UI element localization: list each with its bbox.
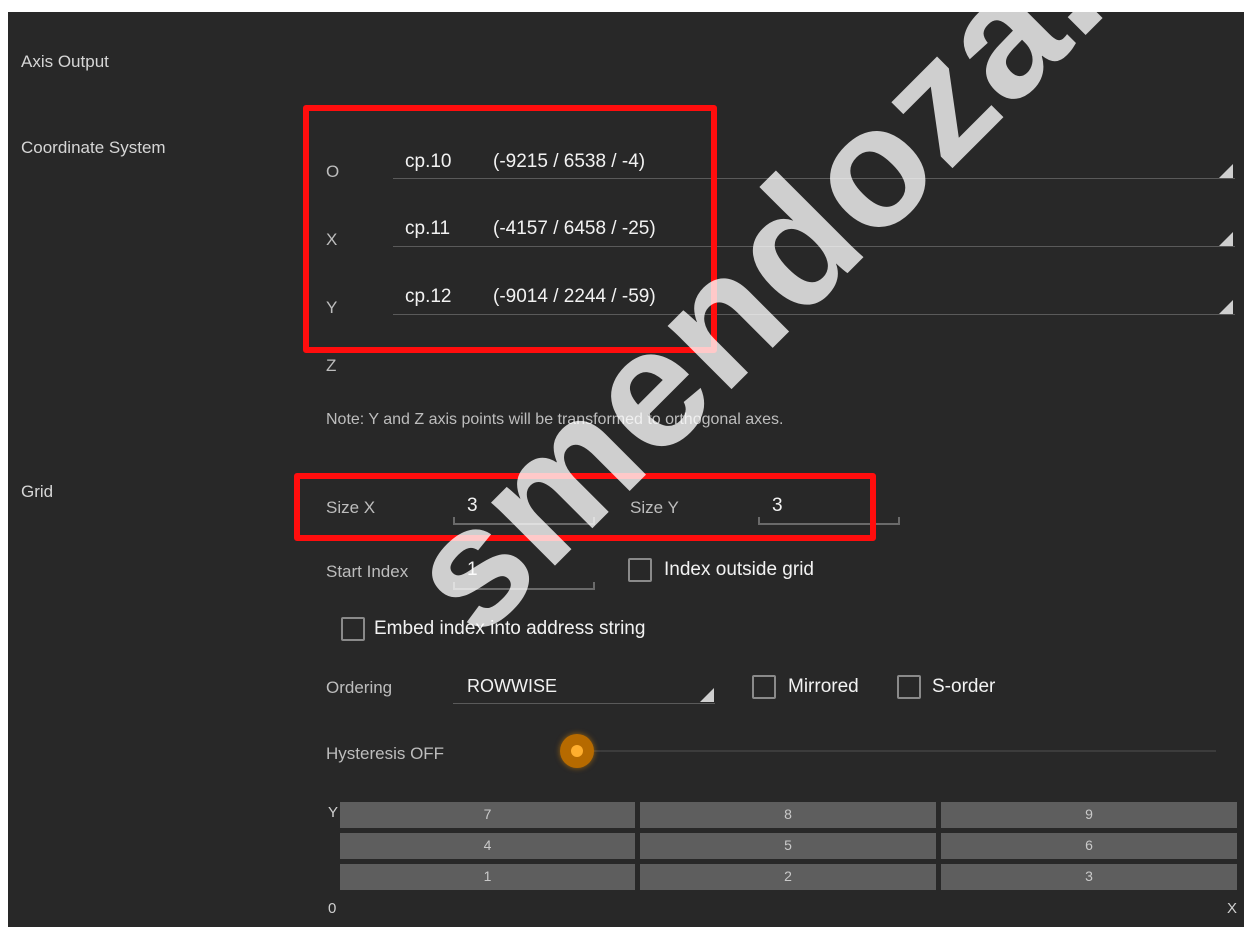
grid-origin-label: 0	[328, 900, 337, 917]
coordinate-system-label: Coordinate System	[21, 138, 166, 157]
coordinate-highlight-box	[303, 105, 717, 353]
grid-label: Grid	[21, 482, 54, 501]
dropdown-arrow-icon	[700, 688, 714, 702]
dropdown-arrow-icon[interactable]	[1219, 164, 1233, 178]
hysteresis-label: Hysteresis OFF	[326, 744, 445, 763]
grid-cell: 5	[640, 833, 936, 859]
index-outside-grid-checkbox[interactable]	[628, 558, 652, 582]
dropdown-arrow-icon[interactable]	[1219, 300, 1233, 314]
settings-panel: Axis Output Coordinate System Grid O cp.…	[8, 12, 1244, 927]
grid-size-highlight-box	[294, 473, 876, 541]
embed-index-label: Embed index into address string	[374, 618, 646, 639]
grid-cell: 2	[640, 864, 936, 890]
dropdown-arrow-icon[interactable]	[1219, 232, 1233, 246]
z-axis-label: Z	[326, 356, 337, 375]
grid-cell: 7	[340, 802, 635, 828]
start-index-label: Start Index	[326, 562, 409, 581]
hysteresis-slider-dot	[571, 745, 583, 757]
grid-cell: 8	[640, 802, 936, 828]
mirrored-label: Mirrored	[788, 676, 859, 697]
grid-cell: 3	[941, 864, 1237, 890]
s-order-label: S-order	[932, 676, 996, 697]
grid-cell: 1	[340, 864, 635, 890]
grid-cell: 4	[340, 833, 635, 859]
grid-cell: 9	[941, 802, 1237, 828]
start-index-value: 1	[467, 559, 478, 580]
hysteresis-slider-track[interactable]	[578, 750, 1216, 752]
axis-output-label: Axis Output	[21, 52, 109, 71]
s-order-checkbox[interactable]	[897, 675, 921, 699]
grid-cell: 6	[941, 833, 1237, 859]
ordering-label: Ordering	[326, 678, 393, 697]
grid-y-axis-label: Y	[328, 804, 339, 821]
index-outside-grid-label: Index outside grid	[664, 559, 814, 580]
grid-x-axis-label: X	[1227, 900, 1238, 917]
mirrored-checkbox[interactable]	[752, 675, 776, 699]
orthogonal-note: Note: Y and Z axis points will be transf…	[326, 411, 784, 428]
embed-index-checkbox[interactable]	[341, 617, 365, 641]
ordering-value: ROWWISE	[467, 676, 557, 696]
